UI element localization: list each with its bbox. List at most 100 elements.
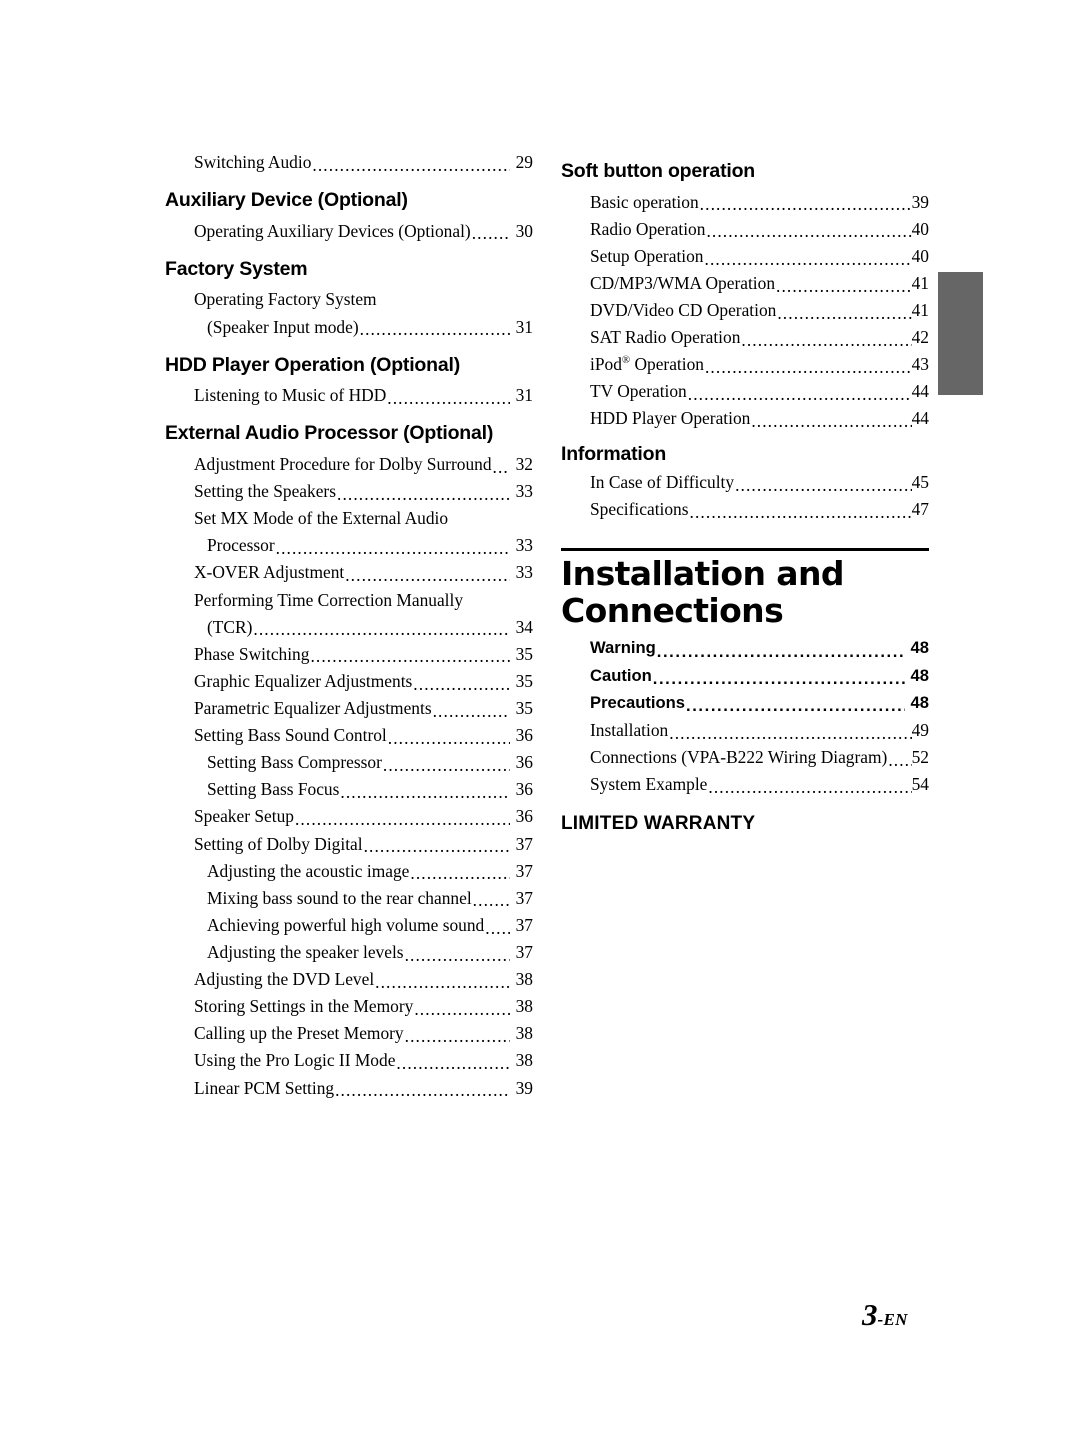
dot-leader: ........................................… xyxy=(776,277,912,296)
toc-entry[interactable]: Adjusting the speaker levels ...........… xyxy=(207,939,533,965)
section-heading-factory-system: Factory System xyxy=(165,257,308,280)
toc-entry-page: 52 xyxy=(911,747,929,768)
dot-leader: ........................................… xyxy=(359,321,510,339)
dot-leader: ........................................… xyxy=(492,458,510,477)
toc-entry-label: Setting Bass Sound Control xyxy=(194,725,387,746)
toc-entry[interactable]: Specifications .........................… xyxy=(590,496,929,522)
toc-entry[interactable]: Setting Bass Focus .....................… xyxy=(207,776,533,802)
ipod-label-suffix: Operation xyxy=(630,354,704,375)
toc-entry[interactable]: DVD/Video CD Operation .................… xyxy=(590,297,929,323)
toc-entry[interactable]: SAT Radio Operation ....................… xyxy=(590,324,929,350)
toc-entry[interactable]: Switching Audio ........................… xyxy=(194,149,533,175)
toc-entry[interactable]: Set MX Mode of the External Audio ......… xyxy=(194,505,533,531)
toc-entry[interactable]: HDD Player Operation ...................… xyxy=(590,405,929,431)
toc-entry[interactable]: Setting Bass Sound Control .............… xyxy=(194,722,533,748)
toc-entry[interactable]: Installation ...........................… xyxy=(590,717,929,743)
toc-entry-page: 31 xyxy=(515,316,533,337)
toc-entry[interactable]: Adjustment Procedure for Dolby Surround … xyxy=(194,451,533,477)
section-heading-limited-warranty: LIMITED WARRANTY xyxy=(561,813,756,835)
toc-entry-page: 35 xyxy=(515,670,533,691)
dot-leader: ........................................… xyxy=(471,225,510,243)
toc-entry[interactable]: Setting Bass Compressor ................… xyxy=(207,749,533,775)
section-divider-rule xyxy=(561,548,929,552)
dot-leader: ........................................… xyxy=(312,156,509,175)
dot-leader: ........................................… xyxy=(404,1027,510,1046)
toc-entry-page: 39 xyxy=(911,191,929,212)
dot-leader: ........................................… xyxy=(387,729,510,748)
dot-leader: ........................................… xyxy=(414,1000,509,1019)
dot-leader: ........................................… xyxy=(888,751,911,770)
dot-leader: ........................................… xyxy=(472,892,510,910)
toc-entry[interactable]: Calling up the Preset Memory ...........… xyxy=(194,1020,533,1046)
toc-entry[interactable]: Linear PCM Setting .....................… xyxy=(194,1075,533,1101)
toc-entry[interactable]: Achieving powerful high volume sound ...… xyxy=(207,912,533,938)
toc-entry-label: Connections (VPA-B222 Wiring Diagram) xyxy=(590,747,888,768)
toc-entry-label: Processor xyxy=(207,535,275,556)
toc-entry-page: 29 xyxy=(515,152,533,172)
toc-entry[interactable]: Processor ..............................… xyxy=(207,532,533,558)
toc-entry[interactable]: Mixing bass sound to the rear channel ..… xyxy=(207,885,533,911)
toc-entry-page: 36 xyxy=(515,806,533,827)
dot-leader: ........................................… xyxy=(363,838,510,856)
toc-entry[interactable]: Adjusting the acoustic image ...........… xyxy=(207,858,533,884)
toc-entry[interactable]: Setting the Speakers ...................… xyxy=(194,478,533,504)
toc-entry[interactable]: Basic operation ........................… xyxy=(590,189,929,215)
toc-entry-label: Installation xyxy=(590,719,669,740)
toc-entry-label: Adjusting the acoustic image xyxy=(207,860,410,881)
dot-leader: ........................................… xyxy=(699,196,912,214)
toc-entry-label: Linear PCM Setting xyxy=(194,1077,335,1098)
toc-entry[interactable]: iPod® Operation ........................… xyxy=(590,351,929,377)
toc-entry-label: Set MX Mode of the External Audio xyxy=(194,508,449,529)
toc-entry-page: 35 xyxy=(515,643,533,664)
toc-entry[interactable]: Using the Pro Logic II Mode ............… xyxy=(194,1047,533,1073)
toc-entry-page: 45 xyxy=(911,472,929,493)
toc-entry-label: In Case of Difficulty xyxy=(590,472,735,493)
toc-entry[interactable]: Operating Auxiliary Devices (Optional) .… xyxy=(194,218,533,244)
toc-entry[interactable]: TV Operation ...........................… xyxy=(590,378,929,404)
toc-entry-label: TV Operation xyxy=(590,381,687,402)
toc-entry[interactable]: Precautions ............................… xyxy=(590,690,929,716)
toc-entry-page: 33 xyxy=(515,535,533,556)
toc-entry[interactable]: Listening to Music of HDD ..............… xyxy=(194,382,533,408)
toc-entry[interactable]: Graphic Equalizer Adjustments ..........… xyxy=(194,668,533,694)
toc-entry[interactable]: Setting of Dolby Digital ...............… xyxy=(194,831,533,857)
toc-entry[interactable]: Setup Operation ........................… xyxy=(590,243,929,269)
toc-entry[interactable]: (TCR) ..................................… xyxy=(207,614,533,640)
toc-entry[interactable]: Performing Time Correction Manually ....… xyxy=(194,587,533,613)
toc-entry[interactable]: X-OVER Adjustment ......................… xyxy=(194,559,533,585)
toc-left-column: Switching Audio ........................… xyxy=(165,148,533,1101)
toc-entry[interactable]: Phase Switching ........................… xyxy=(194,641,533,667)
toc-entry[interactable]: Adjusting the DVD Level ................… xyxy=(194,966,533,992)
dot-leader: ........................................… xyxy=(382,756,510,775)
toc-entry[interactable]: In Case of Difficulty ..................… xyxy=(590,469,929,495)
dot-leader: ........................................… xyxy=(253,621,510,639)
toc-entry[interactable]: Connections (VPA-B222 Wiring Diagram) ..… xyxy=(590,744,929,770)
toc-entry-page: 37 xyxy=(515,941,533,962)
toc-entry-page: 36 xyxy=(515,752,533,773)
toc-entry-page: 43 xyxy=(911,354,929,375)
toc-entry[interactable]: Storing Settings in the Memory .........… xyxy=(194,993,533,1019)
toc-entry[interactable]: Parametric Equalizer Adjustments .......… xyxy=(194,695,533,721)
dot-leader: ........................................… xyxy=(485,919,509,937)
toc-entry[interactable]: CD/MP3/WMA Operation ...................… xyxy=(590,270,929,296)
toc-entry-label: Performing Time Correction Manually xyxy=(194,589,464,610)
toc-entry[interactable]: System Example .........................… xyxy=(590,771,929,797)
toc-entry-label: Graphic Equalizer Adjustments xyxy=(194,670,413,691)
dot-leader: ........................................… xyxy=(413,675,509,693)
toc-entry-label: (Speaker Input mode) xyxy=(207,316,359,337)
toc-entry[interactable]: Operating Factory System ...............… xyxy=(194,286,533,312)
dot-leader: ........................................… xyxy=(708,778,911,797)
toc-entry-page: 41 xyxy=(911,272,929,293)
toc-entry[interactable]: Radio Operation ........................… xyxy=(590,216,929,242)
toc-entry[interactable]: Warning ................................… xyxy=(590,635,929,661)
toc-entry-label: Achieving powerful high volume sound xyxy=(207,914,485,935)
toc-entry-label: Setting Bass Focus xyxy=(207,779,340,800)
big-heading-line-2: Connections xyxy=(561,591,784,631)
toc-entry[interactable]: Speaker Setup ..........................… xyxy=(194,803,533,829)
toc-entry-label: Speaker Setup xyxy=(194,806,294,827)
toc-entry-page: 37 xyxy=(515,887,533,908)
toc-entry[interactable]: Caution ................................… xyxy=(590,663,929,689)
toc-entry[interactable]: (Speaker Input mode) ...................… xyxy=(207,314,533,340)
dot-leader: ........................................… xyxy=(345,567,509,585)
toc-entry-page: 40 xyxy=(911,218,929,239)
